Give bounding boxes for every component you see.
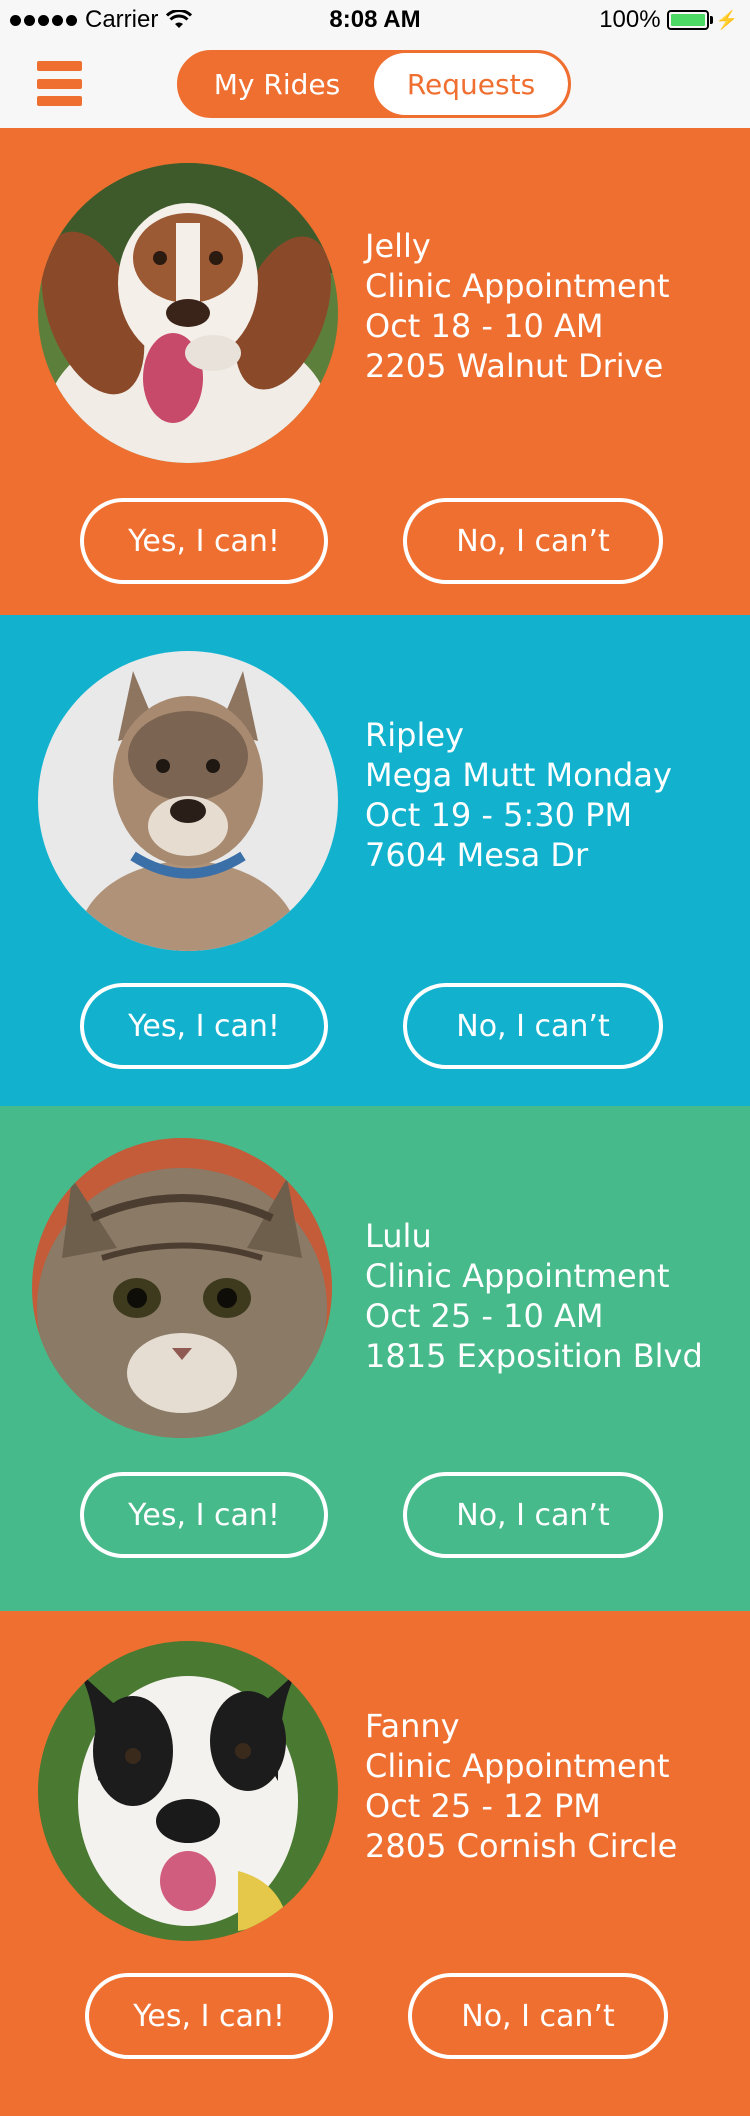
request-card-ripley: Ripley Mega Mutt Monday Oct 19 - 5:30 PM…	[0, 615, 750, 1106]
tab-requests[interactable]: Requests	[374, 53, 568, 115]
request-card-jelly: Jelly Clinic Appointment Oct 18 - 10 AM …	[0, 128, 750, 615]
charging-bolt-icon: ⚡	[715, 9, 738, 30]
yes-button[interactable]: Yes, I can!	[80, 1472, 328, 1558]
request-info: Lulu Clinic Appointment Oct 25 - 10 AM 1…	[365, 1216, 703, 1376]
pet-photo-lulu	[32, 1138, 332, 1438]
battery-tip	[709, 16, 713, 24]
pet-name: Jelly	[365, 227, 431, 265]
request-info: Jelly Clinic Appointment Oct 18 - 10 AM …	[365, 226, 670, 386]
event-address: 2805 Cornish Circle	[365, 1827, 678, 1865]
pet-photo-ripley	[38, 651, 338, 951]
segmented-control: My Rides Requests	[177, 50, 571, 118]
event-name: Mega Mutt Monday	[365, 756, 672, 794]
tab-my-rides[interactable]: My Rides	[180, 53, 374, 115]
event-time: Oct 18 - 10 AM	[365, 307, 604, 345]
hamburger-menu-icon[interactable]	[37, 61, 82, 106]
status-bar: Carrier 8:08 AM 100% ⚡	[0, 0, 750, 40]
battery-icon	[666, 10, 709, 30]
pet-name: Fanny	[365, 1707, 460, 1745]
request-info: Fanny Clinic Appointment Oct 25 - 12 PM …	[365, 1706, 677, 1866]
event-address: 7604 Mesa Dr	[365, 836, 589, 874]
event-address: 1815 Exposition Blvd	[365, 1337, 703, 1375]
event-name: Clinic Appointment	[365, 1747, 670, 1785]
event-name: Clinic Appointment	[365, 267, 670, 305]
yes-button[interactable]: Yes, I can!	[85, 1973, 333, 2059]
event-time: Oct 19 - 5:30 PM	[365, 796, 633, 834]
event-time: Oct 25 - 12 PM	[365, 1787, 601, 1825]
pet-name: Ripley	[365, 716, 464, 754]
event-name: Clinic Appointment	[365, 1257, 670, 1295]
no-button[interactable]: No, I can’t	[408, 1973, 668, 2059]
request-info: Ripley Mega Mutt Monday Oct 19 - 5:30 PM…	[365, 715, 672, 875]
event-address: 2205 Walnut Drive	[365, 347, 664, 385]
status-right: 100% ⚡	[599, 6, 738, 34]
nav-bar: My Rides Requests	[0, 40, 750, 129]
no-button[interactable]: No, I can’t	[403, 1472, 663, 1558]
no-button[interactable]: No, I can’t	[403, 983, 663, 1069]
pet-photo-jelly	[38, 163, 338, 463]
no-button[interactable]: No, I can’t	[403, 498, 663, 584]
battery-percent: 100%	[599, 6, 661, 33]
request-card-fanny: Fanny Clinic Appointment Oct 25 - 12 PM …	[0, 1611, 750, 2116]
yes-button[interactable]: Yes, I can!	[80, 498, 328, 584]
pet-photo-fanny	[38, 1641, 338, 1941]
event-time: Oct 25 - 10 AM	[365, 1297, 604, 1335]
yes-button[interactable]: Yes, I can!	[80, 983, 328, 1069]
pet-name: Lulu	[365, 1217, 432, 1255]
request-card-lulu: Lulu Clinic Appointment Oct 25 - 10 AM 1…	[0, 1106, 750, 1611]
